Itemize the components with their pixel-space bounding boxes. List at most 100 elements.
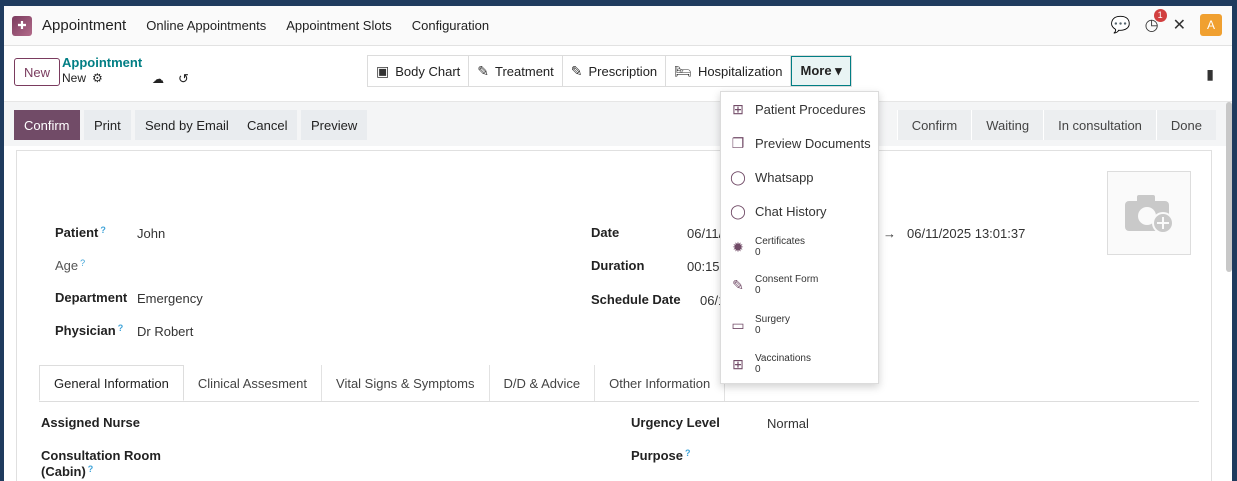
stage-in-consultation[interactable]: In consultation (1043, 110, 1156, 140)
cancel-button[interactable]: Cancel (237, 110, 298, 140)
patient-procedures-label: Patient Procedures (755, 101, 866, 117)
menu-item-preview-documents[interactable]: ❐ Preview Documents (729, 134, 871, 152)
date-label: Date (591, 225, 620, 240)
scrollbar[interactable] (1226, 102, 1232, 272)
confirm-button[interactable]: Confirm (14, 110, 80, 140)
patient-value[interactable]: John (137, 226, 165, 241)
physician-label-text: Physician (55, 323, 116, 338)
print-button[interactable]: Print (84, 110, 131, 140)
cabin-text: (Cabin) (41, 464, 86, 479)
whatsapp-icon: ◯ (730, 168, 746, 185)
stage-waiting[interactable]: Waiting (971, 110, 1044, 140)
surgery-count: 0 (755, 325, 761, 336)
menu-online-appointments[interactable]: Online Appointments (146, 18, 266, 33)
stage-confirm[interactable]: Confirm (896, 110, 972, 140)
duration-label: Duration (591, 258, 645, 273)
whatsapp-label: Whatsapp (755, 169, 814, 185)
medical-kit-icon: ⊞ (732, 355, 744, 372)
app-name[interactable]: Appointment (42, 17, 126, 34)
avatar[interactable]: A (1200, 14, 1222, 36)
send-email-button[interactable]: Send by Email (135, 110, 239, 140)
date-value[interactable]: 06/11/ (687, 226, 722, 241)
activity-badge: 1 (1153, 9, 1167, 22)
date-end-value[interactable]: 06/11/2025 13:01:37 (907, 226, 1025, 241)
discard-icon[interactable]: ↺ (178, 71, 189, 87)
activity-clock-icon[interactable]: ◷ 1 (1145, 9, 1167, 35)
tab-vital-signs[interactable]: Vital Signs & Symptoms (322, 365, 490, 401)
certificates-count: 0 (755, 247, 761, 258)
documents-icon: ❐ (731, 134, 745, 151)
menu-configuration[interactable]: Configuration (412, 18, 489, 33)
edit-icon: ✎ (732, 276, 744, 293)
breadcrumb-current: New (62, 71, 87, 85)
certificates-label: Certificates (755, 236, 806, 247)
vaccinations-count: 0 (755, 364, 761, 375)
top-navbar: ✚ Appointment Online Appointments Appoin… (4, 6, 1232, 46)
purpose-label: Purpose? (631, 448, 691, 463)
bookmark-icon[interactable]: ▮ (1206, 66, 1214, 83)
body-chart-button[interactable]: ▣ Body Chart (368, 56, 470, 86)
tab-general-information[interactable]: General Information (39, 365, 184, 401)
department-value[interactable]: Emergency (137, 291, 203, 306)
consultation-room-label: Consultation Room (41, 448, 161, 463)
age-label: Age? (55, 258, 86, 273)
new-button[interactable]: New (14, 58, 60, 86)
physician-label: Physician? (55, 323, 124, 338)
hospitalization-button[interactable]: 🛏 Hospitalization (666, 56, 792, 86)
consent-form-label: Consent Form (755, 274, 819, 285)
more-dropdown-menu: ⊞ Patient Procedures ❐ Preview Documents… (720, 91, 879, 384)
age-label-text: Age (55, 258, 79, 273)
prescription-label: Prescription (588, 63, 658, 79)
photo-placeholder[interactable] (1107, 171, 1191, 255)
physician-value[interactable]: Dr Robert (137, 324, 193, 339)
stage-pipeline: Confirm Waiting In consultation Done (896, 110, 1216, 140)
date-arrow-icon: → (883, 226, 896, 241)
medical-kit-icon: ⊞ (732, 100, 744, 117)
preview-button[interactable]: Preview (301, 110, 368, 140)
menu-item-surgery[interactable]: ▭ Surgery 0 (729, 314, 790, 336)
control-panel: New Appointment New ⚙ ☁ ↺ ▣ Body Chart ✎… (4, 46, 1232, 102)
prescription-button[interactable]: ✎ Prescription (563, 56, 667, 86)
menu-item-whatsapp[interactable]: ◯ Whatsapp (729, 168, 814, 186)
gear-icon[interactable]: ⚙ (92, 71, 103, 85)
bed-icon: 🛏 (674, 62, 692, 79)
menu-item-chat-history[interactable]: ◯ Chat History (729, 202, 827, 220)
camera-add-icon (1125, 195, 1174, 234)
breadcrumb-parent[interactable]: Appointment (62, 55, 142, 70)
treatment-label: Treatment (495, 63, 554, 79)
duration-value[interactable]: 00:15 (687, 259, 720, 274)
chat-history-label: Chat History (755, 203, 827, 219)
menu-appointment-slots[interactable]: Appointment Slots (286, 18, 392, 33)
tab-other-information[interactable]: Other Information (595, 365, 726, 401)
chat-icon[interactable]: 💬 (1111, 15, 1131, 35)
form-sheet: Patient? John Age? Department Emergency … (16, 150, 1212, 481)
tools-icon[interactable]: ✕ (1173, 15, 1186, 35)
consent-form-count: 0 (755, 285, 761, 296)
image-icon: ▣ (376, 62, 390, 79)
vaccinations-label: Vaccinations (755, 353, 811, 364)
edit-icon: ✎ (570, 62, 583, 79)
menu-item-certificates[interactable]: ✹ Certificates 0 (729, 236, 805, 258)
menu-item-vaccinations[interactable]: ⊞ Vaccinations 0 (729, 353, 811, 375)
smart-buttons: ▣ Body Chart ✎ Treatment ✎ Prescription … (367, 55, 852, 87)
tab-dd-advice[interactable]: D/D & Advice (490, 365, 596, 401)
assigned-nurse-label: Assigned Nurse (41, 415, 140, 430)
more-button[interactable]: More ▾ (791, 56, 851, 86)
status-bar: Confirm Print Send by Email Cancel Previ… (4, 102, 1232, 146)
cloud-save-icon[interactable]: ☁ (152, 72, 164, 86)
notebook-tabs: General Information Clinical Assesment V… (39, 365, 1199, 402)
consultation-room-label-2: (Cabin)? (41, 464, 94, 479)
urgency-level-value[interactable]: Normal (767, 416, 809, 431)
menu-item-consent-form[interactable]: ✎ Consent Form 0 (729, 274, 818, 296)
treatment-button[interactable]: ✎ Treatment (469, 56, 563, 86)
tab-clinical-assesment[interactable]: Clinical Assesment (184, 365, 323, 401)
body-chart-label: Body Chart (395, 63, 461, 79)
surgery-label: Surgery (755, 314, 791, 325)
preview-documents-label: Preview Documents (755, 135, 871, 151)
app-window: ✚ Appointment Online Appointments Appoin… (4, 6, 1232, 481)
schedule-date-label: Schedule Date (591, 292, 681, 307)
bed-icon: ▭ (731, 316, 745, 333)
stage-done[interactable]: Done (1155, 110, 1216, 140)
menu-item-patient-procedures[interactable]: ⊞ Patient Procedures (729, 100, 866, 118)
app-logo-icon[interactable]: ✚ (12, 15, 32, 36)
